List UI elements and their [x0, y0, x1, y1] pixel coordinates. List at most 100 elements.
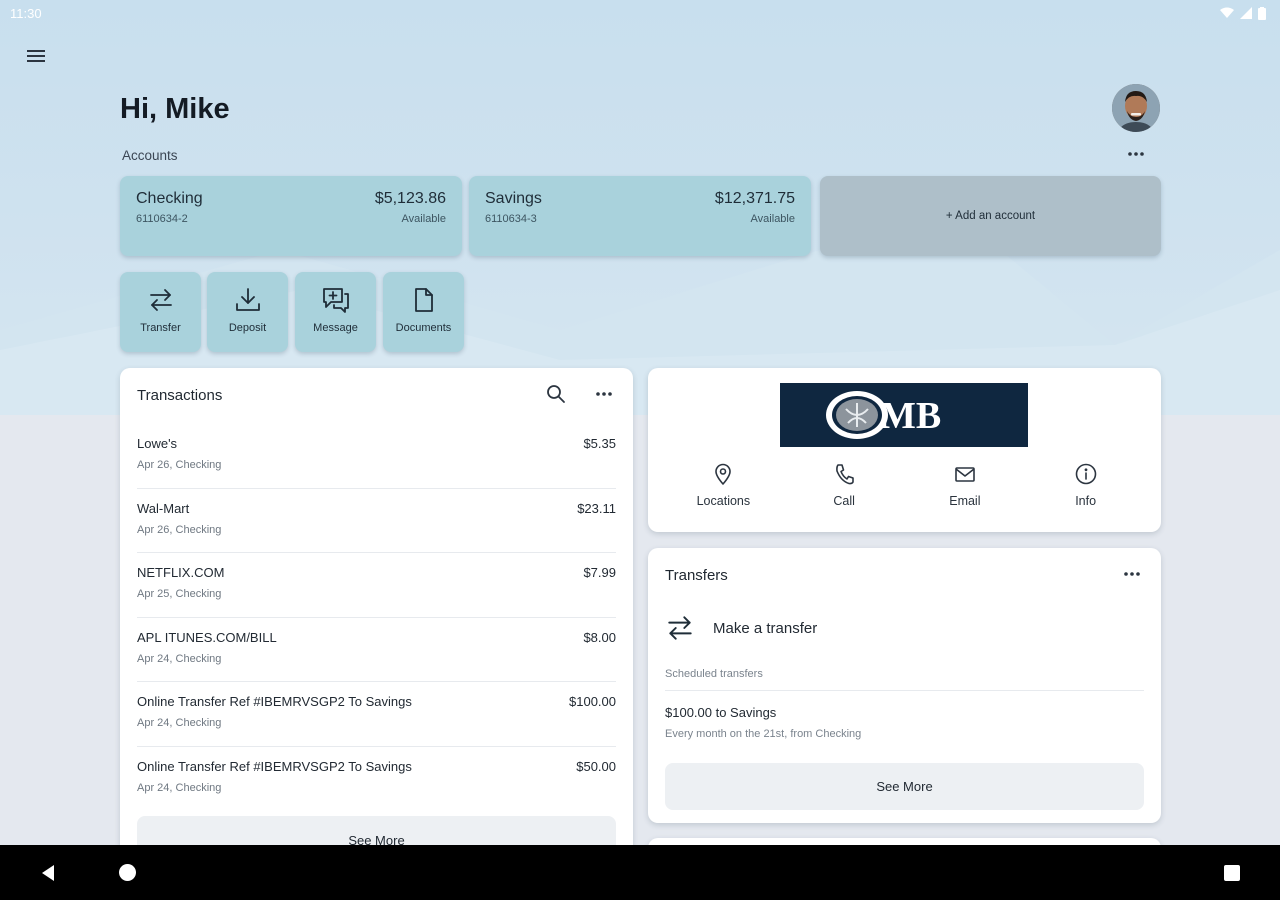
transaction-amount: $7.99 — [583, 565, 616, 580]
transaction-date-account: Apr 25, Checking — [137, 588, 222, 600]
profile-avatar[interactable] — [1112, 84, 1160, 132]
phone-icon — [836, 464, 854, 485]
action-label: Documents — [395, 322, 452, 334]
greeting-title: Hi, Mike — [120, 93, 230, 125]
more-horizontal-icon — [596, 392, 612, 396]
bank-action-label: Info — [1075, 494, 1097, 508]
transaction-row[interactable]: Lowe's Apr 26, Checking $5.35 — [137, 424, 616, 489]
scheduled-transfer-item[interactable]: $100.00 to Savings Every month on the 21… — [665, 705, 1144, 740]
transactions-card: Transactions Lowe's Apr 26, Checking $5.… — [120, 368, 633, 868]
accounts-label: Accounts — [122, 148, 178, 163]
menu-button[interactable] — [22, 42, 50, 70]
more-horizontal-icon — [1124, 572, 1140, 576]
email-icon — [955, 467, 975, 482]
transaction-date-account: Apr 26, Checking — [137, 459, 222, 471]
transaction-date-account: Apr 26, Checking — [137, 523, 222, 536]
battery-icon — [1258, 6, 1266, 20]
bank-action-label: Email — [949, 494, 981, 508]
bank-actions: Locations Call Email Info — [663, 463, 1146, 508]
system-navigation-bar — [0, 845, 1280, 900]
make-transfer-label: Make a transfer — [713, 619, 818, 637]
transfers-title: Transfers — [665, 567, 728, 584]
transactions-search-button[interactable] — [544, 382, 568, 406]
transaction-date-account: Apr 24, Checking — [137, 781, 222, 794]
transaction-amount: $50.00 — [576, 758, 616, 774]
hamburger-menu-icon — [27, 50, 45, 62]
bank-logo-text: MB — [880, 395, 941, 437]
transaction-row[interactable]: Online Transfer Ref #IBEMRVSGP2 To Savin… — [137, 682, 616, 747]
account-name: Checking — [136, 190, 203, 207]
status-icons — [1220, 6, 1266, 20]
transfers-see-more-button[interactable]: See More — [665, 763, 1144, 810]
bank-action-label: Locations — [696, 494, 751, 508]
make-transfer-button[interactable]: Make a transfer — [665, 610, 1144, 646]
available-label: Available — [401, 213, 446, 225]
back-icon[interactable] — [38, 863, 58, 883]
transaction-amount: $5.35 — [583, 436, 616, 451]
scheduled-transfer-details: Every month on the 21st, from Checking — [665, 728, 862, 740]
user-photo-icon — [1112, 84, 1160, 132]
bank-action-label: Call — [833, 494, 855, 508]
info-button[interactable]: Info — [1041, 463, 1131, 508]
scheduled-transfer-title: $100.00 to Savings — [665, 705, 777, 720]
available-label: Available — [750, 213, 795, 225]
transactions-more-button[interactable] — [590, 382, 618, 406]
recent-apps-button[interactable] — [1224, 865, 1240, 881]
bank-info-card: MB Locations Call Email Info — [648, 368, 1161, 532]
call-button[interactable]: Call — [799, 463, 889, 508]
account-card-checking[interactable]: Checking $5,123.86 6110634-2 Available — [120, 176, 462, 256]
info-icon — [1075, 463, 1096, 485]
accounts-more-button[interactable] — [1122, 142, 1150, 166]
status-time: 11:30 — [10, 5, 42, 21]
action-label: Transfer — [140, 322, 181, 334]
account-balance: $12,371.75 — [714, 190, 795, 207]
transaction-row[interactable]: NETFLIX.COM Apr 25, Checking $7.99 — [137, 553, 616, 618]
email-button[interactable]: Email — [920, 463, 1010, 508]
add-account-button[interactable]: + Add an account — [820, 176, 1161, 256]
signal-icon — [1240, 7, 1252, 19]
transaction-description: Online Transfer Ref #IBEMRVSGP2 To Savin… — [137, 758, 412, 774]
transaction-description: APL ITUNES.COM/BILL — [137, 629, 277, 645]
account-card-savings[interactable]: Savings $12,371.75 6110634-3 Available — [469, 176, 811, 256]
transfer-action-button[interactable]: Transfer — [120, 272, 201, 352]
divider — [665, 690, 1144, 691]
transaction-amount: $100.00 — [569, 694, 616, 709]
transaction-description: NETFLIX.COM — [137, 565, 225, 580]
deposit-icon — [235, 288, 260, 311]
deposit-action-button[interactable]: Deposit — [207, 272, 288, 352]
message-action-button[interactable]: Message — [295, 272, 376, 352]
message-icon — [322, 288, 349, 313]
bank-logo-emblem-icon: MB — [826, 391, 941, 439]
more-horizontal-icon — [1128, 152, 1144, 156]
transaction-description: Online Transfer Ref #IBEMRVSGP2 To Savin… — [137, 694, 412, 709]
transfer-icon — [668, 616, 692, 640]
transfers-more-button[interactable] — [1118, 562, 1146, 586]
scheduled-transfers-label: Scheduled transfers — [665, 668, 763, 680]
transaction-amount: $8.00 — [583, 629, 616, 645]
account-balance: $5,123.86 — [374, 190, 446, 207]
transaction-description: Lowe's — [137, 436, 178, 451]
bank-logo: MB — [780, 383, 1028, 447]
account-number: 6110634-2 — [136, 213, 188, 225]
transaction-date-account: Apr 24, Checking — [137, 652, 222, 665]
account-name: Savings — [485, 190, 542, 207]
search-icon — [547, 385, 565, 403]
transfers-card: Transfers Make a transfer Scheduled tran… — [648, 548, 1161, 823]
locations-button[interactable]: Locations — [678, 463, 768, 508]
wifi-icon — [1220, 7, 1234, 18]
transaction-amount: $23.11 — [577, 500, 616, 516]
document-icon — [414, 288, 433, 312]
transaction-row[interactable]: APL ITUNES.COM/BILL Apr 24, Checking $8.… — [137, 618, 616, 682]
transaction-row[interactable]: Wal-Mart Apr 26, Checking $23.11 — [137, 489, 616, 553]
transfer-icon — [149, 289, 172, 311]
action-label: Deposit — [228, 322, 267, 334]
transactions-list: Lowe's Apr 26, Checking $5.35 Wal-Mart A… — [137, 424, 616, 811]
action-label: Message — [313, 322, 358, 334]
home-button[interactable] — [119, 864, 136, 881]
transaction-date-account: Apr 24, Checking — [137, 717, 222, 729]
account-number: 6110634-3 — [485, 213, 537, 225]
documents-action-button[interactable]: Documents — [383, 272, 464, 352]
status-bar: 11:30 — [0, 0, 1280, 26]
location-pin-icon — [715, 463, 732, 485]
transaction-row[interactable]: Online Transfer Ref #IBEMRVSGP2 To Savin… — [137, 747, 616, 812]
